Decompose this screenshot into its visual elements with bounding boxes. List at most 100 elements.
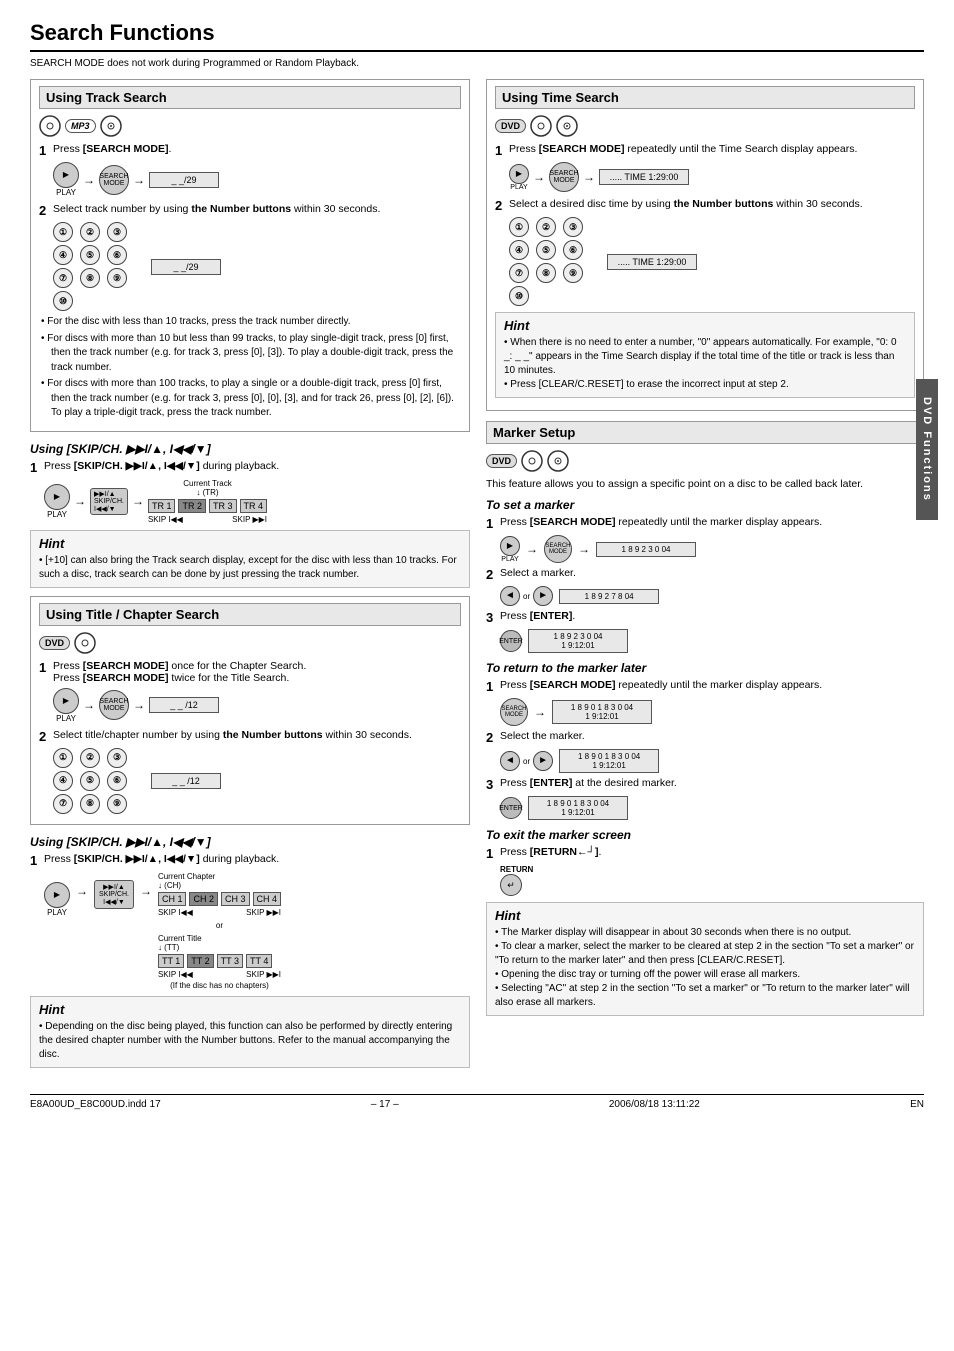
rm-step2-num: 2 — [486, 730, 500, 745]
tc-num-5: ⑤ — [80, 771, 100, 791]
tr3: TR 3 — [209, 499, 237, 513]
search-mode-btn-diag: SEARCH MODE — [99, 165, 129, 195]
time-search-hint-title: Hint — [504, 318, 906, 333]
marker-hint-title: Hint — [495, 908, 915, 923]
num-9: ⑨ — [107, 268, 127, 288]
tc-step1-content: Press [SEARCH MODE] once for the Chapter… — [53, 660, 461, 684]
rm-step3-content: Press [ENTER] at the desired marker. — [500, 777, 924, 789]
rm-step1-diagram: SEARCH MODE → 1 8 9 0 1 8 3 0 04 1 9:12:… — [500, 698, 924, 726]
ts-num-3: ③ — [563, 217, 583, 237]
exit-marker-title: To exit the marker screen — [486, 828, 924, 842]
step1-num: 1 — [39, 143, 53, 158]
skip-track-step1-text: Press [SKIP/CH. ▶▶I/▲, I◀◀/▼] during pla… — [44, 460, 470, 472]
tc-step1-num: 1 — [39, 660, 53, 675]
set-marker-step2: 2 Select a marker. — [486, 567, 924, 582]
skip-dvd-hint: Hint • Depending on the disc being playe… — [30, 996, 470, 1068]
title-chapter-section: Using Title / Chapter Search DVD 1 Press… — [30, 596, 470, 825]
search-mode-icon: SEARCH MODE — [99, 165, 129, 195]
rm-step3-num: 3 — [486, 777, 500, 792]
sm-display3: 1 8 9 2 3 0 04 1 9:12:01 — [528, 629, 628, 653]
title-chapter-media: DVD — [39, 632, 461, 654]
cd-icon-ts — [530, 115, 552, 137]
mp3-badge: MP3 — [65, 119, 96, 133]
right-column: Using Time Search DVD 1 Press [SEARCH MO… — [486, 79, 924, 1074]
exit-marker-subsection: To exit the marker screen 1 Press [RETUR… — [486, 828, 924, 896]
time-number-grid: ① ② ③ ④ ⑤ ⑥ ⑦ ⑧ ⑨ ⑩ — [509, 217, 587, 306]
time-display1: ..... TIME 1:29:00 — [599, 169, 689, 185]
step2-num: 2 — [39, 203, 53, 218]
sm-step1-content: Press [SEARCH MODE] repeatedly until the… — [500, 516, 924, 528]
tc-display2: _ _ /12 — [151, 773, 221, 789]
tc-num-7: ⑦ — [53, 794, 73, 814]
num-6: ⑥ — [107, 245, 127, 265]
marker-setup-section: Marker Setup DVD This feature allows you… — [486, 421, 924, 1016]
skip-track-hint-title: Hint — [39, 536, 461, 551]
tc-num-6: ⑥ — [107, 771, 127, 791]
arrow-sym1: → — [83, 173, 95, 187]
num-1: ① — [53, 222, 73, 242]
track-step1-diagram: ▶ PLAY → SEARCH MODE → _ _/29 — [53, 162, 461, 197]
track-display2: _ _/29 — [151, 259, 221, 275]
track-search-media-icons: MP3 — [39, 115, 461, 137]
tt1: TT 1 — [158, 954, 184, 968]
ts-num-1: ① — [509, 217, 529, 237]
disc-icon-ms — [547, 450, 569, 472]
tc-num-1: ① — [53, 748, 73, 768]
time-display2: ..... TIME 1:29:00 — [607, 254, 697, 270]
track-bullet-3: For discs with more than 100 tracks, to … — [41, 377, 461, 421]
rm-step2-content: Select the marker. — [500, 730, 924, 742]
dvd-badge-ms: DVD — [486, 454, 517, 468]
play-icon3: ▶ — [53, 688, 79, 714]
dvd-badge-tc: DVD — [39, 636, 70, 650]
marker-media: DVD — [486, 450, 924, 472]
marker-hint-text: • The Marker display will disappear in a… — [495, 926, 915, 1010]
skip-track-diagram: ▶ PLAY → ▶▶I/▲SKIP/CH.I◀◀/▼ → Current Tr… — [44, 479, 470, 524]
tt3: TT 3 — [217, 954, 243, 968]
tc-num-4: ④ — [53, 771, 73, 791]
chapter-diagram: Current Chapter↓ (CH) CH 1 CH 2 CH 3 CH … — [158, 872, 281, 990]
tc-number-grid-container: ① ② ③ ④ ⑤ ⑥ ⑦ ⑧ ⑨ _ _ /12 — [53, 748, 461, 814]
rm-step2-diagram: ◄ or ► 1 8 9 0 1 8 3 0 04 1 9:12:01 — [500, 749, 924, 773]
tt4: TT 4 — [246, 954, 272, 968]
num-5: ⑤ — [80, 245, 100, 265]
skip-ch-dvd-section: Using [SKIP/CH. ▶▶I/▲, I◀◀/▼] 1 Press [S… — [30, 835, 470, 1068]
rm-step1-num: 1 — [486, 679, 500, 694]
time-number-grid-container: ① ② ③ ④ ⑤ ⑥ ⑦ ⑧ ⑨ ⑩ ..... TIME 1:29:00 — [509, 217, 915, 306]
tc-step1-diagram: ▶ PLAY → SEARCH MODE → _ _ /12 — [53, 688, 461, 723]
track-display1: _ _/29 — [149, 172, 219, 188]
sm-step2-content: Select a marker. — [500, 567, 924, 579]
marker-hint-b4: • Selecting "AC" at step 2 in the sectio… — [495, 982, 915, 1010]
sm-step1-num: 1 — [486, 516, 500, 531]
ch4: CH 4 — [253, 892, 282, 906]
skip-fwd-label: SKIP ▶▶I — [232, 515, 267, 524]
ts-num-4: ④ — [509, 240, 529, 260]
play-btn-sm1: ▶ PLAY — [500, 536, 520, 563]
return-marker-subsection: To return to the marker later 1 Press [S… — [486, 661, 924, 820]
footer-right: EN — [910, 1099, 924, 1110]
sm-step3-num: 3 — [486, 610, 500, 625]
track-step2: 2 Select track number by using the Numbe… — [39, 203, 461, 218]
rm-step3-diagram: ENTER 1 8 9 0 1 8 3 0 04 1 9:12:01 — [500, 796, 924, 820]
play-icon-ts: ▶ — [509, 164, 529, 184]
skip-ch-track-section: Using [SKIP/CH. ▶▶I/▲, I◀◀/▼] 1 Press [S… — [30, 442, 470, 588]
sm-display1: 1 8 9 2 3 0 04 — [596, 542, 696, 557]
skip-back-tt: SKIP I◀◀ — [158, 970, 193, 979]
no-chapters-note: (If the disc has no chapters) — [158, 981, 281, 990]
ts-num-0: ⑩ — [509, 286, 529, 306]
skip-dvd-hint-title: Hint — [39, 1002, 461, 1017]
search-mode-btn-sm1: SEARCH MODE — [544, 535, 572, 563]
step1-content: Press [SEARCH MODE]. — [53, 143, 461, 155]
left-arrow-btn: ◄ — [500, 586, 520, 606]
em-step1-num: 1 — [486, 846, 500, 861]
footer-date: 2006/08/18 13:11:22 — [609, 1099, 700, 1110]
ts-num-6: ⑥ — [563, 240, 583, 260]
dvd-badge-ts: DVD — [495, 119, 526, 133]
tc-number-grid: ① ② ③ ④ ⑤ ⑥ ⑦ ⑧ ⑨ — [53, 748, 131, 814]
exit-marker-diagram: RETURN ↵ — [500, 865, 924, 896]
skip-ch-track-title: Using [SKIP/CH. ▶▶I/▲, I◀◀/▼] — [30, 442, 470, 456]
skip-ch-dvd-title: Using [SKIP/CH. ▶▶I/▲, I◀◀/▼] — [30, 835, 470, 849]
play-icon-sm1: ▶ — [500, 536, 520, 556]
disc-icon-ts — [556, 115, 578, 137]
play-icon2: ▶ — [44, 484, 70, 510]
set-marker-title: To set a marker — [486, 498, 924, 512]
